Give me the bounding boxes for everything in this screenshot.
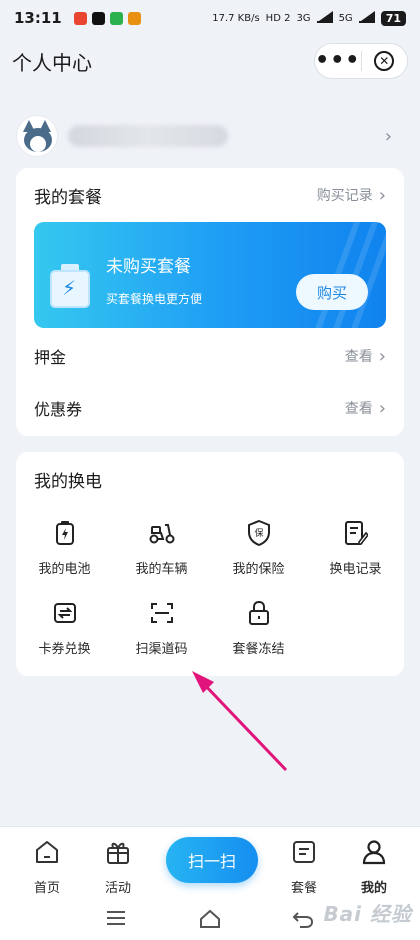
grid-item-package-freeze[interactable]: 套餐冻结 [210,600,307,670]
purchase-history-label: 购买记录 [316,188,373,204]
banner-title: 未购买套餐 [106,257,191,277]
more-menu-button[interactable]: ••• [315,50,361,72]
home-nav-icon[interactable] [199,909,221,933]
buy-button[interactable]: 购买 [296,274,368,310]
exchange-icon [52,600,78,626]
user-profile-row[interactable]: › [16,112,404,160]
chevron-right-icon: › [378,397,386,419]
menu-icon[interactable] [106,909,126,931]
grid-item-label: 套餐冻结 [232,642,285,657]
package-icon [291,839,317,869]
avatar [16,115,58,157]
tab-label: 我的 [360,881,387,896]
back-icon[interactable] [292,909,314,933]
signal-5g-label: 5G [338,12,353,24]
tab-label: 活动 [104,881,131,896]
signal-icon [316,11,333,23]
grid-item-label: 卡券兑换 [38,642,91,657]
lock-icon [246,600,272,626]
grid-item-swap-records[interactable]: 换电记录 [307,520,404,590]
svg-text:保: 保 [254,527,263,539]
package-card: 我的套餐 购买记录 › ⚡ 未购买套餐 买套餐换电更方便 购买 押金 查看 › … [16,168,404,436]
grid-item-label: 扫渠道码 [135,642,188,657]
no-package-banner: ⚡ 未购买套餐 买套餐换电更方便 购买 [34,222,386,328]
home-icon [34,839,60,869]
tiktok-icon [91,11,105,25]
package-card-header: 我的套餐 购买记录 › [16,168,404,222]
purchase-history-link[interactable]: 购买记录 › [317,185,386,206]
grid-item-label: 我的车辆 [135,562,188,577]
close-icon: ✕ [374,51,395,71]
deposit-view-link: 查看 › [345,346,386,367]
grid-item-my-vehicle[interactable]: 我的车辆 [113,520,210,590]
view-label: 查看 [344,401,373,417]
gift-icon [105,839,131,869]
record-icon [343,520,369,546]
tab-label: 套餐 [290,881,317,896]
page-title: 个人中心 [12,50,92,75]
scan-button[interactable]: 扫一扫 [166,837,258,883]
tab-home[interactable]: 首页 [17,839,77,896]
grid-item-my-insurance[interactable]: 保 我的保险 [210,520,307,590]
watermark: Bai 经验 [323,902,412,926]
tab-package[interactable]: 套餐 [274,839,334,896]
nav-bar: 个人中心 ••• ✕ [0,36,420,86]
battery-swap-card-title: 我的换电 [34,471,102,492]
signal-icon [358,11,375,23]
weibo-icon [127,11,141,25]
app-notification-icon [73,11,87,25]
status-bar: 13:11 17.7 KB/s HD 2 3G 5G 71 [0,0,420,36]
battery-swap-card: 我的换电 我的电池 我的车辆 保 我的保险 换电记录 卡券兑换 扫渠道码 套餐冻… [16,452,404,676]
grid-item-coupon-exchange[interactable]: 卡券兑换 [16,600,113,670]
user-name-blurred [68,125,228,147]
coupon-label: 优惠券 [34,400,83,419]
chevron-right-icon: › [384,125,392,147]
grid-item-my-battery[interactable]: 我的电池 [16,520,113,590]
grid-item-label: 换电记录 [329,562,382,577]
wechat-icon [109,11,123,25]
chevron-right-icon: › [378,184,386,206]
mini-program-capsule: ••• ✕ [314,43,408,79]
banner-subtitle: 买套餐换电更方便 [106,292,203,306]
coupon-view-link: 查看 › [345,398,386,419]
signal-3g-label: 3G [296,12,311,24]
coupon-row[interactable]: 优惠券 查看 › [16,382,404,434]
status-app-icons [73,11,141,25]
battery-icon [52,520,78,546]
scooter-icon [149,520,175,546]
tab-mine[interactable]: 我的 [344,839,404,896]
close-button[interactable]: ✕ [362,51,408,71]
grid-item-scan-channel-code[interactable]: 扫渠道码 [113,600,210,670]
deposit-label: 押金 [34,348,67,367]
hd-indicator: HD 2 [265,12,291,24]
battery-swap-card-header: 我的换电 [16,452,404,506]
net-speed: 17.7 KB/s [212,12,260,24]
grid-item-label: 我的保险 [232,562,285,577]
battery-illustration-icon: ⚡ [50,264,90,308]
chevron-right-icon: › [378,345,386,367]
status-time: 13:11 [14,9,62,27]
view-label: 查看 [344,349,373,365]
user-icon [361,839,387,869]
tab-activity[interactable]: 活动 [88,839,148,896]
grid-item-label: 我的电池 [38,562,91,577]
tab-label: 首页 [33,881,60,896]
insurance-shield-icon: 保 [246,520,272,546]
scan-code-icon [149,600,175,626]
battery-level: 71 [380,10,406,26]
status-indicators: 17.7 KB/s HD 2 3G 5G 71 [212,10,406,26]
deposit-row[interactable]: 押金 查看 › [16,330,404,382]
package-card-title: 我的套餐 [34,187,102,208]
